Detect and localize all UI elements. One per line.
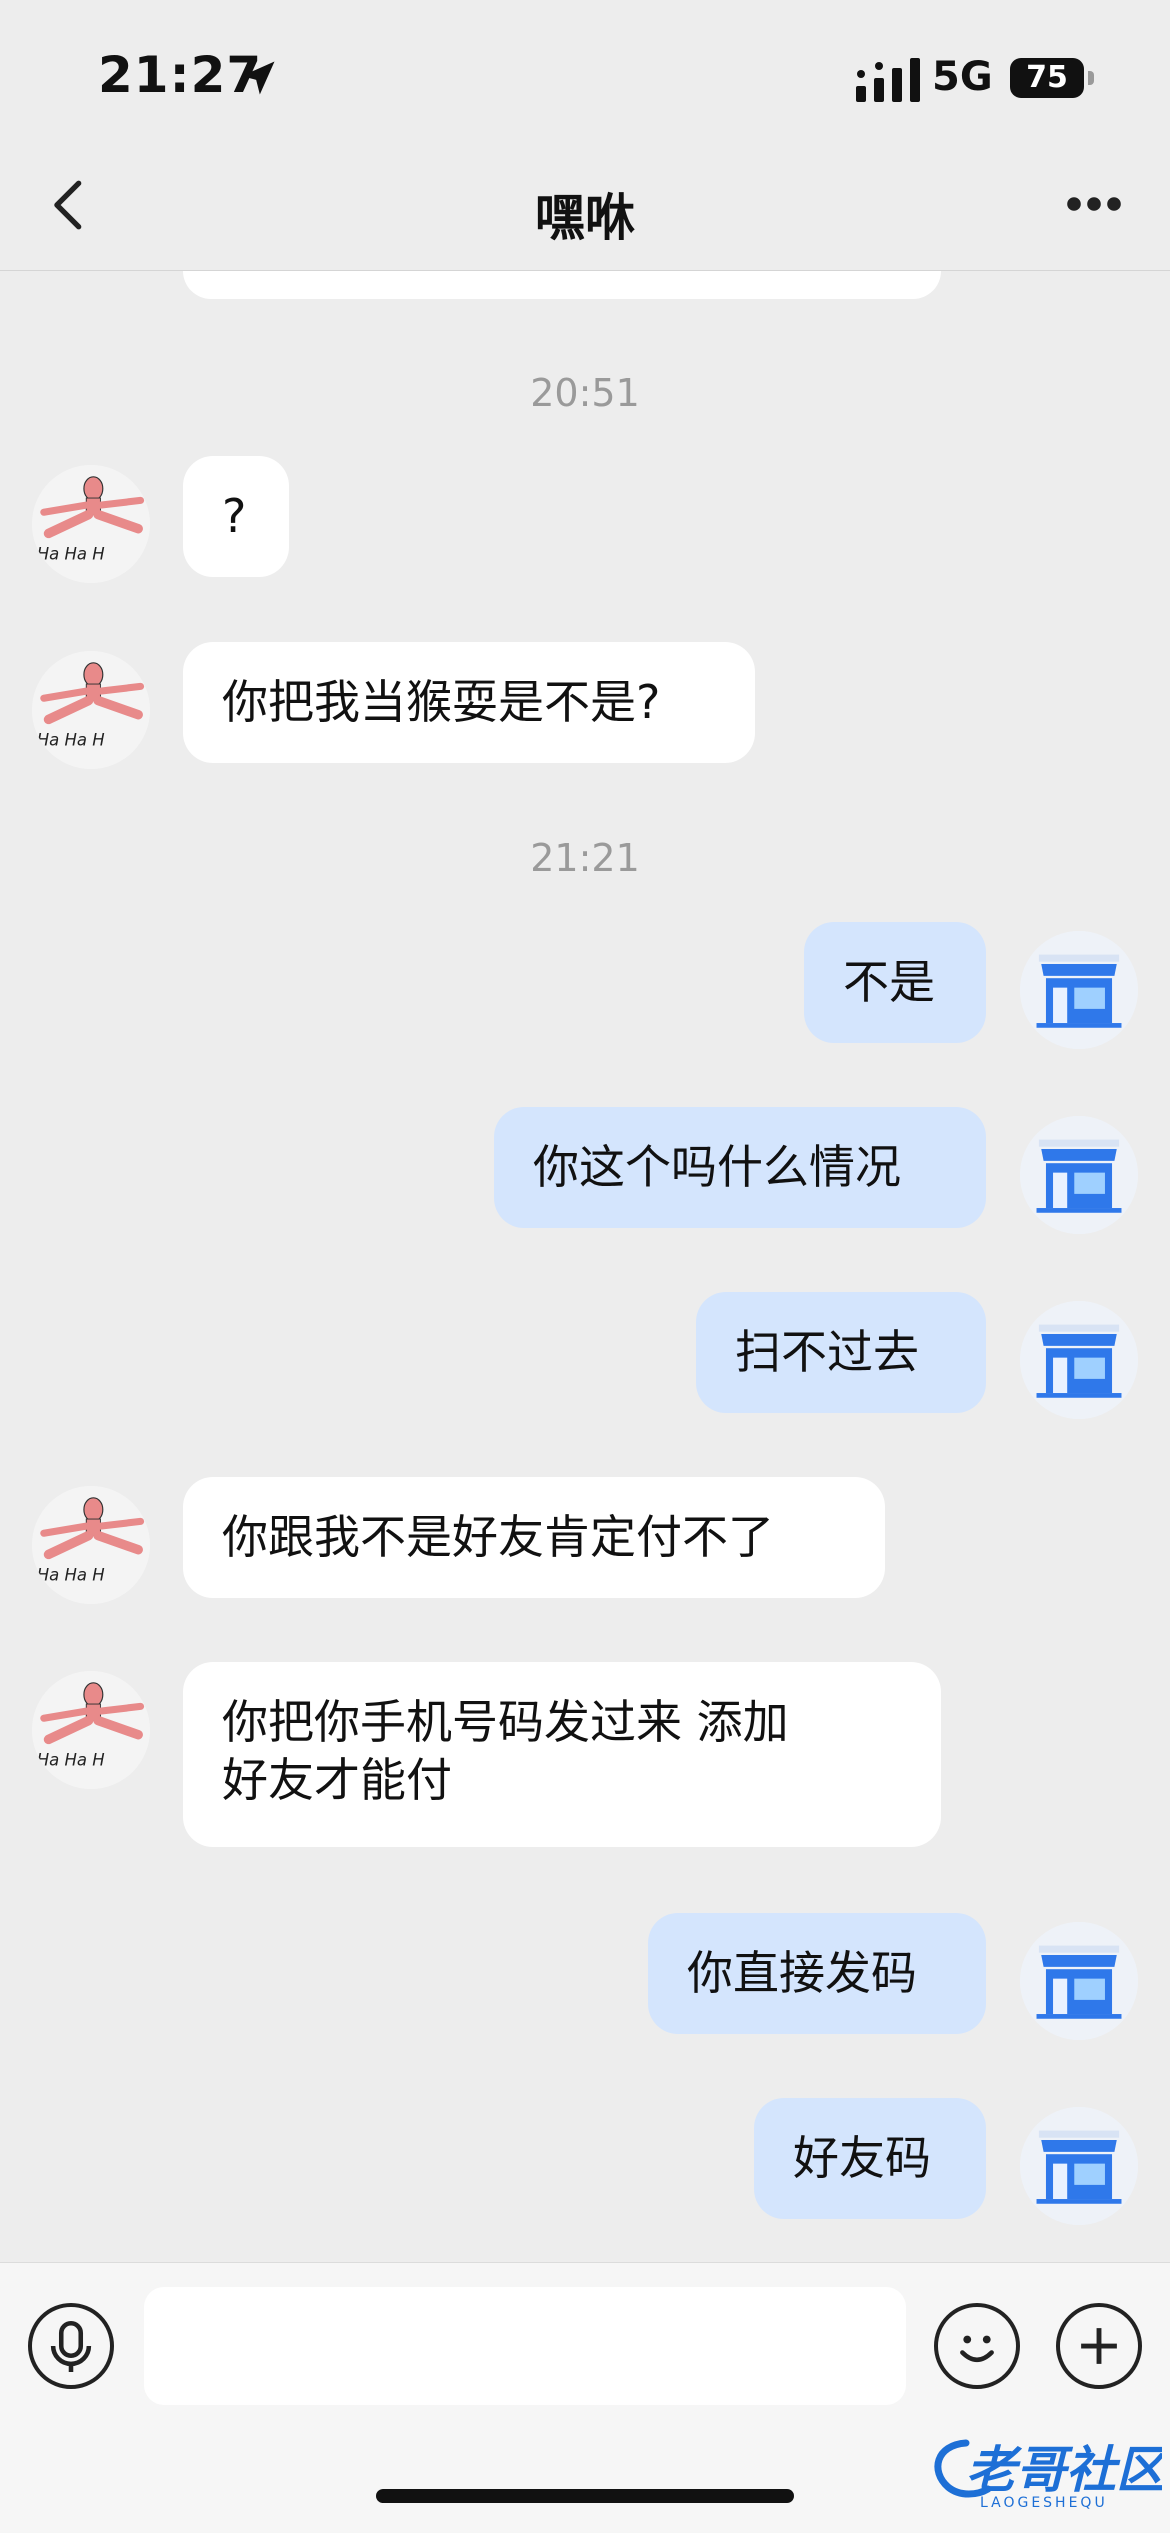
outgoing-message-bubble[interactable]: 不是 — [804, 922, 986, 1043]
outgoing-message-bubble[interactable]: 你这个吗什么情况 — [494, 1107, 986, 1228]
outgoing-message-bubble[interactable]: 扫不过去 — [696, 1292, 986, 1413]
watermark-subtext: LAOGESHEQU — [980, 2495, 1108, 2511]
cutoff-message-bubble — [183, 271, 941, 299]
svg-text:Ha Ha H: Ha Ha H — [37, 1565, 105, 1584]
watermark-logo: 老哥社区 LAOGESHEQU — [934, 2439, 1162, 2511]
timestamp: 20:51 — [530, 371, 640, 415]
storefront-icon — [1020, 2107, 1138, 2225]
my-avatar[interactable] — [1020, 931, 1138, 1049]
status-bar: 21:27 5G 75 — [0, 0, 1170, 140]
contact-avatar[interactable]: Ha Ha H — [32, 465, 150, 583]
microphone-icon — [50, 2320, 92, 2372]
message-input[interactable] — [144, 2287, 906, 2405]
svg-text:Ha Ha H: Ha Ha H — [37, 730, 105, 749]
smiley-icon — [960, 2335, 994, 2363]
battery-level: 75 — [1010, 58, 1084, 98]
stick-figure-hahaha-avatar: Ha Ha H — [32, 465, 150, 583]
incoming-message-bubble[interactable]: 你把你手机号码发过来 添加 好友才能付 — [183, 1662, 941, 1847]
emoji-button[interactable] — [934, 2303, 1020, 2389]
my-avatar[interactable] — [1020, 1301, 1138, 1419]
nav-bar: 嘿咻 — [0, 140, 1170, 271]
plus-icon — [1081, 2328, 1117, 2364]
my-avatar[interactable] — [1020, 2107, 1138, 2225]
storefront-icon — [1020, 1116, 1138, 1234]
incoming-message-bubble[interactable]: 你把我当猴耍是不是? — [183, 642, 755, 763]
outgoing-message-bubble[interactable]: 你直接发码 — [648, 1913, 986, 2034]
contact-avatar[interactable]: Ha Ha H — [32, 1486, 150, 1604]
storefront-icon — [1020, 1301, 1138, 1419]
outgoing-message-bubble[interactable]: 好友码 — [754, 2098, 986, 2219]
my-avatar[interactable] — [1020, 1116, 1138, 1234]
svg-text:Ha Ha H: Ha Ha H — [37, 544, 105, 563]
chat-title: 嘿咻 — [535, 189, 635, 247]
location-arrow-icon — [241, 61, 275, 95]
chat-message-list[interactable]: 20:51 Ha Ha H ? Ha Ha H 你把我当猴耍是不是? 21:21… — [0, 271, 1170, 2261]
battery-cap — [1088, 71, 1094, 85]
battery-icon: 75 — [1010, 58, 1094, 98]
more-options-icon[interactable] — [1064, 182, 1124, 226]
watermark-text: 老哥社区 — [966, 2441, 1162, 2499]
stick-figure-hahaha-avatar: Ha Ha H — [32, 651, 150, 769]
contact-avatar[interactable]: Ha Ha H — [32, 1671, 150, 1789]
stick-figure-hahaha-avatar: Ha Ha H — [32, 1486, 150, 1604]
network-type: 5G — [932, 54, 993, 100]
input-bar: 老哥社区 LAOGESHEQU — [0, 2262, 1170, 2533]
timestamp: 21:21 — [530, 836, 640, 880]
home-indicator — [376, 2489, 794, 2503]
stick-figure-hahaha-avatar: Ha Ha H — [32, 1671, 150, 1789]
cellular-signal-icon — [856, 58, 920, 102]
storefront-icon — [1020, 931, 1138, 1049]
my-avatar[interactable] — [1020, 1922, 1138, 2040]
storefront-icon — [1020, 1922, 1138, 2040]
voice-input-button[interactable] — [28, 2303, 114, 2389]
contact-avatar[interactable]: Ha Ha H — [32, 651, 150, 769]
incoming-message-bubble[interactable]: ? — [183, 456, 289, 577]
svg-text:Ha Ha H: Ha Ha H — [37, 1750, 105, 1769]
incoming-message-bubble[interactable]: 你跟我不是好友肯定付不了 — [183, 1477, 885, 1598]
more-functions-button[interactable] — [1056, 2303, 1142, 2389]
